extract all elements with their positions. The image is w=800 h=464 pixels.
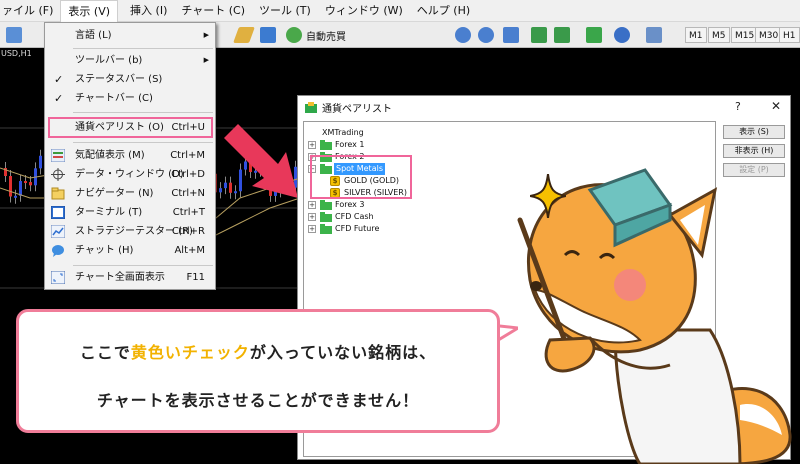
folder-icon <box>320 140 332 150</box>
folder-icon <box>320 200 332 210</box>
timeframe-m1[interactable]: M1 <box>685 27 707 43</box>
expand-icon[interactable]: + <box>308 201 316 209</box>
menu-window[interactable]: ウィンドウ (W) <box>318 0 410 22</box>
menu-chat-label: チャット (H) <box>75 245 134 256</box>
menu-data-window-label: データ・ウィンドウ (D) <box>75 169 184 180</box>
menu-chart[interactable]: チャート (C) <box>174 0 252 22</box>
symbols-window-icon <box>305 102 317 113</box>
expand-icon[interactable]: + <box>308 141 316 149</box>
view-menu: 言語 (L) ▶ ツールバー (b) ▶ ✓ ステータスバー (S) ✓ チャー… <box>44 22 216 290</box>
sparkle-icon <box>530 174 566 218</box>
close-button[interactable]: ✕ <box>771 99 781 113</box>
menu-statusbar[interactable]: ✓ ステータスバー (S) <box>45 70 215 89</box>
expand-icon[interactable]: + <box>308 225 316 233</box>
bubble-text-part: ここで <box>79 343 131 362</box>
auto-trade-label[interactable]: 自動売買 <box>306 28 346 43</box>
menu-chat[interactable]: チャット (H) Alt+M <box>45 241 215 260</box>
menu-insert[interactable]: 挿入 (I) <box>118 0 174 22</box>
menu-fullscreen[interactable]: チャート全画面表示 F11 <box>45 268 215 287</box>
spot-metals-highlight-frame <box>310 155 412 199</box>
tree-folder-label: Forex 3 <box>335 200 365 209</box>
expert-icon[interactable] <box>286 27 302 43</box>
menu-help[interactable]: ヘルプ (H) <box>410 0 477 22</box>
new-chart-icon[interactable] <box>6 27 22 43</box>
menu-chartbar-label: チャートバー (C) <box>75 93 153 104</box>
tile-icon[interactable] <box>503 27 519 43</box>
candle-body <box>9 176 12 197</box>
menubar: ァイル (F) 表示 (V) 挿入 (I) チャート (C) ツール (T) ウ… <box>0 0 800 22</box>
menu-toolbars[interactable]: ツールバー (b) ▶ <box>45 51 215 70</box>
expand-icon[interactable]: + <box>308 213 316 221</box>
candle-body <box>24 181 27 184</box>
bubble-highlight-text: 黄色いチェック <box>130 343 250 362</box>
menu-market-watch-label: 気配値表示 (M) <box>75 150 145 161</box>
symbols-highlight-frame <box>48 117 213 138</box>
tree-folder-label: CFD Future <box>335 224 380 233</box>
hide-button[interactable]: 非表示 (H) <box>723 144 785 158</box>
pointer-arrow <box>224 124 298 198</box>
tree-folder-label: Forex 1 <box>335 140 365 149</box>
timeframe-h1[interactable]: H1 <box>779 27 800 43</box>
menu-fullscreen-shortcut: F11 <box>186 272 205 283</box>
submenu-arrow-icon: ▶ <box>203 56 209 64</box>
zoom-out-icon[interactable] <box>478 27 494 43</box>
show-button[interactable]: 表示 (S) <box>723 125 785 139</box>
menu-navigator[interactable]: ナビゲーター (N) Ctrl+N <box>45 184 215 203</box>
tester-icon <box>51 225 65 238</box>
bubble-text-line2: チャートを表示させることができません！ <box>96 391 420 410</box>
help-button[interactable]: ? <box>735 100 741 113</box>
menu-navigator-label: ナビゲーター (N) <box>75 188 154 199</box>
scroll-icon[interactable] <box>531 27 547 43</box>
candle-body <box>19 181 22 196</box>
menu-navigator-shortcut: Ctrl+N <box>171 188 205 199</box>
bubble-text-part: が入っていない銘柄は、 <box>249 343 437 362</box>
menu-terminal-label: ターミナル (T) <box>75 207 143 218</box>
shift-icon[interactable] <box>554 27 570 43</box>
menu-strategy-tester[interactable]: ストラテジーテスター (R) Ctrl+R <box>45 222 215 241</box>
folder-icon <box>320 224 332 234</box>
submenu-arrow-icon: ▶ <box>203 31 209 39</box>
menu-market-watch[interactable]: 気配値表示 (M) Ctrl+M <box>45 146 215 165</box>
check-icon: ✓ <box>54 92 64 105</box>
periods-icon[interactable] <box>614 27 630 43</box>
menu-language-label: 言語 (L) <box>75 30 112 41</box>
speech-bubble: ここで黄色いチェックが入っていない銘柄は、 チャートを表示させることができません… <box>16 309 500 433</box>
menu-statusbar-label: ステータスバー (S) <box>75 74 163 85</box>
timeframe-m5[interactable]: M5 <box>708 27 730 43</box>
indicators-icon[interactable] <box>586 27 602 43</box>
tree-root-label: XMTrading <box>322 128 364 137</box>
chat-icon <box>52 245 64 257</box>
menu-data-window-shortcut: Ctrl+D <box>171 169 205 180</box>
menu-terminal-shortcut: Ctrl+T <box>172 207 205 218</box>
menu-language[interactable]: 言語 (L) ▶ <box>45 26 215 45</box>
menu-data-window[interactable]: データ・ウィンドウ (D) Ctrl+D <box>45 165 215 184</box>
market-watch-icon <box>51 149 65 162</box>
terminal-icon <box>51 206 65 219</box>
bubble-text-line1: ここで黄色いチェックが入っていない銘柄は、 <box>19 339 497 363</box>
menu-tools[interactable]: ツール (T) <box>252 0 318 22</box>
chart-bar-icon[interactable] <box>233 27 255 43</box>
menu-chat-shortcut: Alt+M <box>174 245 205 256</box>
candle-body <box>39 155 42 169</box>
crosshair-icon <box>51 168 65 181</box>
navigator-icon <box>51 187 65 200</box>
menu-strategy-tester-shortcut: Ctrl+R <box>171 226 205 237</box>
fullscreen-icon <box>51 271 65 284</box>
check-icon: ✓ <box>54 73 64 86</box>
menu-terminal[interactable]: ターミナル (T) Ctrl+T <box>45 203 215 222</box>
candle-body <box>29 182 32 186</box>
menu-toolbars-label: ツールバー (b) <box>75 55 143 66</box>
menu-market-watch-shortcut: Ctrl+M <box>170 150 205 161</box>
templates-icon[interactable] <box>646 27 662 43</box>
menu-chartbar[interactable]: ✓ チャートバー (C) <box>45 89 215 108</box>
folder-icon <box>320 212 332 222</box>
menu-view[interactable]: 表示 (V) <box>60 0 119 22</box>
candle-body <box>14 195 17 198</box>
menu-file[interactable]: ァイル (F) <box>0 0 60 22</box>
tree-folder-label: CFD Cash <box>335 212 374 221</box>
menu-fullscreen-label: チャート全画面表示 <box>75 272 165 283</box>
dialog-title: 通貨ペアリスト <box>322 104 392 115</box>
history-icon[interactable] <box>260 27 276 43</box>
zoom-in-icon[interactable] <box>455 27 471 43</box>
